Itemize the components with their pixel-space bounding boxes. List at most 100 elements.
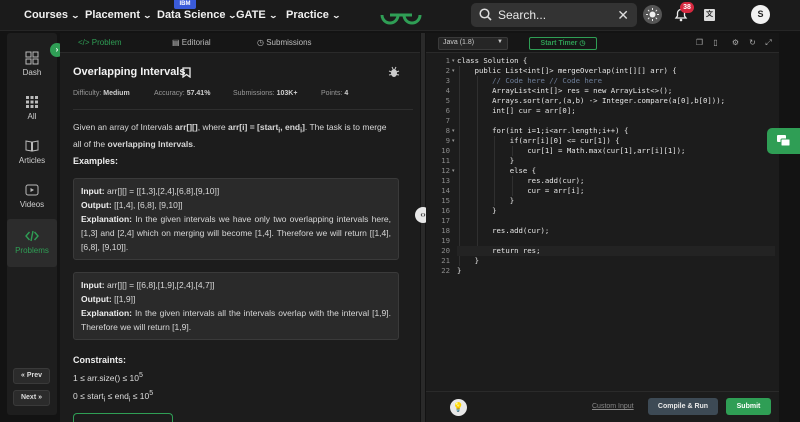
line-number: 17 xyxy=(441,216,450,225)
accuracy-meta: Accuracy: 57.41% xyxy=(154,90,210,97)
code-line: res.add(cur); xyxy=(457,176,585,185)
start-timer-button[interactable]: Start Timer ◷ xyxy=(529,37,597,50)
sidebar-item-all[interactable]: All xyxy=(7,95,57,121)
difficulty-value: Medium xyxy=(103,90,130,97)
accuracy-label: Accuracy: xyxy=(154,90,185,97)
tab-editorial[interactable]: ▤ Editorial xyxy=(172,38,211,47)
code-area[interactable]: 1 ▾ class Solution {2 ▾ public List<int[]> … xyxy=(426,56,779,391)
avatar[interactable]: S xyxy=(751,5,770,24)
line-number: 6 xyxy=(445,106,450,115)
line-number: 11 xyxy=(441,156,450,165)
nav-placement[interactable]: Placement ⌄ xyxy=(85,9,153,21)
line-number: 5 xyxy=(445,96,450,105)
code-icon xyxy=(25,230,39,242)
translate-icon[interactable]: 文 xyxy=(704,9,715,21)
code-line: ArrayList<int[]> res = new ArrayList<>()… xyxy=(457,86,673,95)
chat-button[interactable] xyxy=(767,128,800,154)
next-button[interactable]: Next » xyxy=(13,390,50,406)
sidebar-item-problems[interactable]: Problems xyxy=(7,219,57,267)
sidebar-item-label: All xyxy=(27,112,37,121)
copy-icon[interactable]: ❐ xyxy=(695,38,704,47)
example-box-2: Input: arr[][] = [[6,8],[1,9],[2,4],[4,7… xyxy=(73,272,399,340)
search-input[interactable]: Search... ✕ xyxy=(471,3,637,27)
desc-bold: overlapping Intervals xyxy=(107,138,194,149)
problem-tabs: </> Problem ▤ Editorial ◷ Submissions xyxy=(60,33,420,53)
prev-button[interactable]: « Prev xyxy=(13,368,50,384)
tab-problem-label: Problem xyxy=(91,38,122,47)
line-number: 10 xyxy=(441,146,450,155)
nav-practice-label: Practice xyxy=(286,9,329,21)
constraint-1: 1 ≤ arr.size() ≤ 105 xyxy=(73,371,143,383)
document-icon: ▤ xyxy=(172,38,182,47)
points-label: Points: xyxy=(321,90,343,97)
constraint-exponent: 5 xyxy=(149,389,154,397)
code-icon: </> xyxy=(78,38,92,47)
desc-bold: arr[][] xyxy=(175,122,198,132)
sidebar-item-videos[interactable]: Videos xyxy=(7,183,57,209)
code-editor-panel: Java (1.8) ▼ Start Timer ◷ ❐ ▯ ⚙ ↻ ⤢ 1 ▾ cl… xyxy=(426,33,779,422)
constraint-text: ≤ 10 xyxy=(130,390,150,401)
points-meta: Points: 4 xyxy=(321,90,348,97)
chat-icon xyxy=(777,135,791,147)
example-output-value: [[1,4], [6,8], [9,10]] xyxy=(114,200,183,210)
example-input-label: Input: xyxy=(81,280,105,290)
constraint-2: 0 ≤ starti ≤ endi ≤ 105 xyxy=(73,389,153,404)
panel-splitter[interactable] xyxy=(421,33,425,422)
desc-text: , where xyxy=(197,122,228,132)
example-input-value: arr[][] = [[1,3],[2,4],[6,8],[9,10]] xyxy=(106,186,220,196)
nav-courses[interactable]: Courses ⌄ xyxy=(24,9,80,21)
sidebar-item-dash[interactable]: Dash xyxy=(7,51,57,77)
submit-button[interactable]: Submit xyxy=(726,398,771,415)
problem-title: Overlapping Intervals xyxy=(73,66,186,78)
line-number: 8 xyxy=(445,126,450,135)
tab-problem[interactable]: </> Problem xyxy=(78,38,122,47)
constraint-text: 1 ≤ arr.size() ≤ 10 xyxy=(73,372,140,383)
line-number: 4 xyxy=(445,86,450,95)
constraint-text: ≤ end xyxy=(105,390,129,401)
editor-toolbar: Java (1.8) ▼ Start Timer ◷ ❐ ▯ ⚙ ↻ ⤢ xyxy=(426,33,779,53)
lightbulb-icon[interactable]: 💡 xyxy=(450,399,467,416)
document-icon[interactable]: ▯ xyxy=(711,38,720,47)
bug-report-icon[interactable] xyxy=(388,66,400,78)
sidebar-item-articles[interactable]: Articles xyxy=(7,139,57,165)
compile-run-button[interactable]: Compile & Run xyxy=(648,398,718,415)
refresh-icon[interactable]: ↻ xyxy=(748,38,757,47)
difficulty-label: Difficulty: xyxy=(73,90,102,97)
tab-submissions[interactable]: ◷ Submissions xyxy=(257,38,312,47)
nav-practice[interactable]: Practice ⌄ xyxy=(286,9,341,21)
code-line: if(arr[i][0] <= cur[1]) { xyxy=(457,136,620,145)
gear-icon[interactable]: ⚙ xyxy=(731,38,740,47)
close-icon[interactable]: ✕ xyxy=(617,7,629,24)
language-select[interactable]: Java (1.8) ▼ xyxy=(438,37,508,50)
dots-grid-icon xyxy=(26,96,38,108)
accuracy-value: 57.41% xyxy=(186,90,211,97)
divider xyxy=(73,109,413,110)
search-placeholder: Search... xyxy=(498,8,547,22)
example-output-value: [[1,9]] xyxy=(114,294,136,304)
line-number: 7 xyxy=(445,116,450,125)
line-number: 14 xyxy=(441,186,450,195)
fullscreen-icon[interactable]: ⤢ xyxy=(764,38,773,47)
line-number: 3 xyxy=(445,76,450,85)
code-line: public List<int[]> mergeOverlap(int[][] … xyxy=(457,66,677,75)
start-timer-label: Start Timer xyxy=(540,40,578,47)
code-line: } xyxy=(457,206,497,215)
custom-input-link[interactable]: Custom Input xyxy=(592,403,634,410)
line-number: 18 xyxy=(441,226,450,235)
example-explanation-label: Explanation: xyxy=(81,214,133,224)
code-line: cur[1] = Math.max(cur[1],arr[i][1]); xyxy=(457,146,686,155)
desc-text: Given an array of Intervals xyxy=(73,122,176,132)
chevron-down-icon: ⌄ xyxy=(142,11,153,20)
gfg-logo[interactable] xyxy=(378,4,424,26)
code-line: } xyxy=(457,156,515,165)
nav-gate[interactable]: GATE ⌄ xyxy=(236,9,278,21)
partial-button[interactable] xyxy=(73,413,173,422)
nav-data-science[interactable]: Data Science ⌄ xyxy=(157,9,238,21)
example-input: Input: arr[][] = [[6,8],[1,9],[2,4],[4,7… xyxy=(81,278,391,292)
submissions-label: Submissions: xyxy=(233,90,275,97)
code-line: return res; xyxy=(457,246,775,256)
theme-toggle-button[interactable] xyxy=(643,5,662,24)
chevron-down-icon: ⌄ xyxy=(331,11,341,20)
code-line: for(int i=1;i<arr.length;i++) { xyxy=(457,126,629,135)
bookmark-icon[interactable] xyxy=(182,67,191,78)
